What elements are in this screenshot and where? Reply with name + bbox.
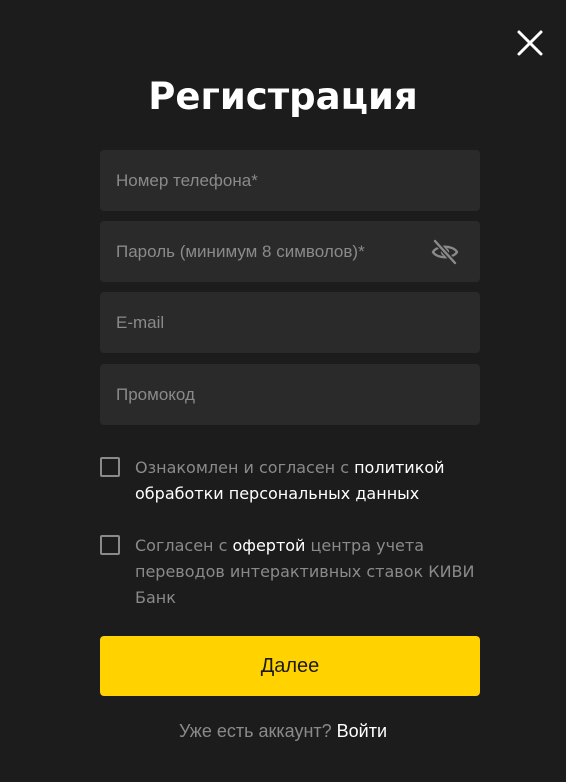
login-link[interactable]: Войти xyxy=(337,721,387,741)
registration-modal: Регистрация Ознакомлен и согласен с поли… xyxy=(0,0,566,782)
page-title: Регистрация xyxy=(148,75,418,118)
eye-slash-icon xyxy=(431,238,459,266)
close-button[interactable] xyxy=(515,28,545,58)
email-field-wrapper xyxy=(100,292,480,353)
privacy-consent-checkbox[interactable] xyxy=(100,457,120,477)
next-button[interactable]: Далее xyxy=(100,636,480,696)
login-prompt-text: Уже есть аккаунт? xyxy=(178,721,332,741)
email-input[interactable] xyxy=(100,292,480,353)
offer-consent-checkbox[interactable] xyxy=(100,535,120,555)
login-prompt-row: Уже есть аккаунт? Войти xyxy=(0,718,566,744)
promo-code-input[interactable] xyxy=(100,364,480,425)
close-icon xyxy=(517,30,543,56)
promo-field-wrapper xyxy=(100,364,480,425)
phone-field-wrapper xyxy=(100,150,480,211)
offer-consent-text: Согласен с офертой центра учета переводо… xyxy=(135,533,480,611)
password-field-wrapper xyxy=(100,221,480,282)
phone-input[interactable] xyxy=(100,150,480,211)
offer-consent-label: Согласен с xyxy=(135,536,233,555)
offer-link[interactable]: офертой xyxy=(232,536,305,555)
privacy-consent-label: Ознакомлен и согласен с xyxy=(135,458,355,477)
toggle-password-visibility-button[interactable] xyxy=(430,237,460,267)
password-input[interactable] xyxy=(100,221,480,282)
privacy-consent-text: Ознакомлен и согласен с политикой обрабо… xyxy=(135,455,480,507)
